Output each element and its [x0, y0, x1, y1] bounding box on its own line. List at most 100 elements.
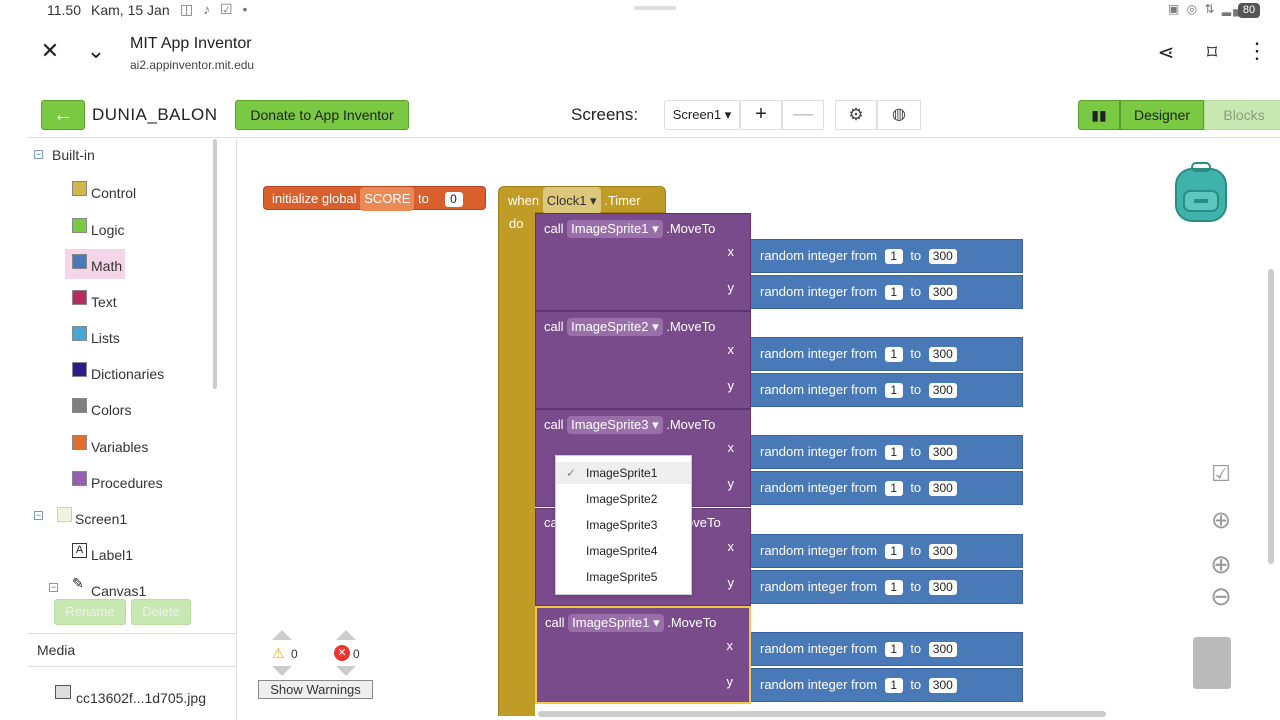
from-value[interactable]: 1: [884, 347, 903, 362]
from-value[interactable]: 1: [884, 544, 903, 559]
component-screen1[interactable]: Screen1: [75, 508, 127, 530]
to-value[interactable]: 300: [928, 249, 957, 264]
to-value[interactable]: 300: [928, 347, 957, 362]
to-value[interactable]: 300: [928, 642, 957, 657]
to-value[interactable]: 300: [928, 580, 957, 595]
to-value[interactable]: 300: [928, 445, 957, 460]
event-block-body[interactable]: do: [498, 212, 535, 716]
show-warnings-button[interactable]: Show Warnings: [258, 680, 373, 699]
sidebar-scrollbar[interactable]: [213, 139, 217, 389]
when-text: when: [508, 193, 540, 208]
prev-error-icon[interactable]: [336, 630, 356, 640]
delete-button[interactable]: Delete: [131, 599, 191, 625]
more-options-icon[interactable]: ⋮: [1242, 38, 1272, 64]
dropdown-option[interactable]: ImageSprite4: [556, 540, 691, 562]
call-block[interactable]: call ImageSprite2 ▾ .MoveTo x y: [535, 311, 751, 409]
random-integer-block[interactable]: random integer from 1 to 300: [751, 435, 1023, 469]
backpack-icon[interactable]: [1170, 161, 1232, 225]
category-lists[interactable]: Lists: [91, 327, 120, 349]
builtin-label[interactable]: Built-in: [52, 144, 95, 166]
project-settings-button[interactable]: ⚙: [835, 100, 877, 130]
random-integer-block[interactable]: random integer from 1 to 300: [751, 275, 1023, 309]
category-procedures[interactable]: Procedures: [91, 472, 163, 494]
vertical-scrollbar[interactable]: [1268, 269, 1274, 564]
zoom-in-icon[interactable]: ⊕: [1206, 549, 1236, 580]
screen-dropdown[interactable]: Screen1 ▾: [664, 100, 740, 130]
next-error-icon[interactable]: [336, 666, 356, 676]
clock-component-field[interactable]: Clock1 ▾: [542, 187, 601, 214]
call-block-selected[interactable]: call ImageSprite1 ▾ .MoveTo x y: [535, 606, 751, 704]
random-integer-block[interactable]: random integer from 1 to 300: [751, 337, 1023, 371]
from-value[interactable]: 1: [884, 642, 903, 657]
component-field[interactable]: ImageSprite1 ▾: [567, 220, 663, 238]
share-icon[interactable]: ⋖: [1151, 40, 1181, 65]
collapse-icon[interactable]: −: [34, 511, 43, 520]
bookmark-icon[interactable]: ⌑: [1197, 40, 1227, 65]
component-field[interactable]: ImageSprite3 ▾: [567, 416, 663, 434]
chevron-down-icon[interactable]: ⌄: [81, 38, 111, 64]
component-field[interactable]: ImageSprite1 ▾: [568, 614, 664, 632]
to-value[interactable]: 300: [928, 544, 957, 559]
random-integer-block[interactable]: random integer from 1 to 300: [751, 632, 1023, 666]
call-block[interactable]: call ImageSprite1 ▾ .MoveTo x y: [535, 213, 751, 311]
next-warning-icon[interactable]: [272, 666, 292, 676]
rename-button[interactable]: Rename: [54, 599, 126, 625]
component-label1[interactable]: Label1: [91, 544, 133, 566]
collapse-icon[interactable]: −: [34, 150, 43, 159]
collapse-icon[interactable]: −: [49, 583, 58, 592]
to-value[interactable]: 300: [928, 481, 957, 496]
event-block-header[interactable]: when Clock1 ▾ .Timer: [498, 186, 666, 214]
category-colors[interactable]: Colors: [91, 399, 131, 421]
category-variables[interactable]: Variables: [91, 436, 148, 458]
var-name-field[interactable]: SCORE: [360, 187, 415, 211]
recenter-icon[interactable]: ⊕: [1206, 506, 1236, 535]
variables-color-icon: [72, 435, 87, 450]
add-screen-button[interactable]: +: [740, 100, 782, 130]
dropdown-option[interactable]: ✓ ImageSprite1: [556, 462, 691, 484]
from-value[interactable]: 1: [884, 678, 903, 693]
media-file[interactable]: cc13602f...1d705.jpg: [76, 690, 206, 706]
random-integer-block[interactable]: random integer from 1 to 300: [751, 471, 1023, 505]
category-control[interactable]: Control: [91, 182, 136, 204]
component-field[interactable]: ImageSprite2 ▾: [567, 318, 663, 336]
component-canvas1[interactable]: Canvas1: [91, 580, 146, 599]
to-value[interactable]: 300: [928, 383, 957, 398]
donate-button[interactable]: Donate to App Inventor: [235, 100, 409, 130]
prev-warning-icon[interactable]: [272, 630, 292, 640]
to-value[interactable]: 300: [928, 285, 957, 300]
designer-button[interactable]: Designer: [1120, 100, 1204, 130]
blocks-workspace[interactable]: initialize global SCORE to 0 when Clock1…: [238, 139, 1280, 720]
category-dictionaries[interactable]: Dictionaries: [91, 363, 164, 385]
from-value[interactable]: 1: [884, 445, 903, 460]
category-logic[interactable]: Logic: [91, 219, 124, 241]
dropdown-option[interactable]: ImageSprite3: [556, 514, 691, 536]
remove-screen-button[interactable]: —: [782, 100, 824, 130]
from-value[interactable]: 1: [884, 481, 903, 496]
zoom-out-icon[interactable]: ⊖: [1206, 581, 1236, 612]
init-global-block[interactable]: initialize global SCORE to 0: [263, 186, 486, 211]
blocks-button[interactable]: Blocks: [1204, 100, 1280, 130]
text-color-icon: [72, 290, 87, 305]
from-value[interactable]: 1: [884, 383, 903, 398]
to-value[interactable]: 300: [928, 678, 957, 693]
category-math[interactable]: Math: [91, 255, 122, 277]
trash-icon[interactable]: [1193, 637, 1231, 689]
checklist-icon[interactable]: ☑: [1206, 461, 1236, 487]
dropdown-option[interactable]: ImageSprite2: [556, 488, 691, 510]
horizontal-scrollbar[interactable]: [538, 711, 1106, 717]
close-icon[interactable]: ✕: [35, 38, 65, 64]
from-value[interactable]: 1: [884, 249, 903, 264]
back-button[interactable]: ←: [41, 100, 85, 130]
from-value[interactable]: 1: [884, 580, 903, 595]
language-button[interactable]: ◍: [877, 100, 921, 130]
init-value[interactable]: 0: [444, 192, 463, 207]
random-integer-block[interactable]: random integer from 1 to 300: [751, 239, 1023, 273]
from-value[interactable]: 1: [884, 285, 903, 300]
random-integer-block[interactable]: random integer from 1 to 300: [751, 534, 1023, 568]
random-integer-block[interactable]: random integer from 1 to 300: [751, 570, 1023, 604]
designer-icon[interactable]: ▮▮: [1078, 100, 1120, 130]
category-text[interactable]: Text: [91, 291, 117, 313]
random-integer-block[interactable]: random integer from 1 to 300: [751, 668, 1023, 702]
random-integer-block[interactable]: random integer from 1 to 300: [751, 373, 1023, 407]
dropdown-option[interactable]: ImageSprite5: [556, 566, 691, 588]
